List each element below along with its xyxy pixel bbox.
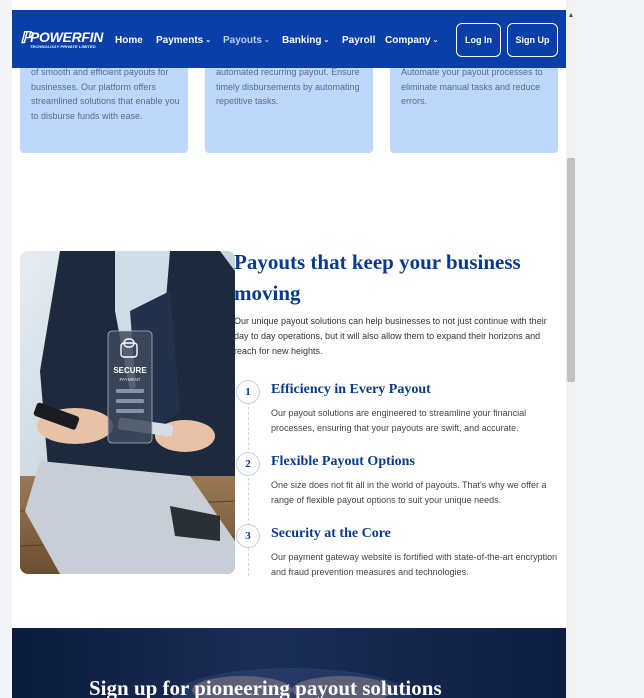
nav-company[interactable]: Company ⌄ xyxy=(385,35,438,46)
feature-card-text: of smooth and efficient payouts for busi… xyxy=(31,67,180,121)
nav-payments[interactable]: Payments ⌄ xyxy=(156,35,211,46)
signup-banner: Sign up for pioneering payout solutions xyxy=(12,628,566,698)
step-title-2: Flexible Payout Options xyxy=(271,454,415,469)
nav-banking[interactable]: Banking ⌄ xyxy=(282,35,329,46)
login-button[interactable]: Log In xyxy=(456,23,501,57)
step-number-3: 3 xyxy=(236,524,260,548)
chevron-down-icon: ⌄ xyxy=(263,37,270,44)
secure-payment-image: SECURE PAYMENT xyxy=(20,251,235,574)
step-number-1: 1 xyxy=(236,380,260,404)
nav-payments-label: Payments xyxy=(156,35,204,46)
payouts-section-title: Payouts that keep your business moving xyxy=(234,250,521,305)
page-viewport: of smooth and efficient payouts for busi… xyxy=(12,0,566,698)
secure-text: SECURE xyxy=(113,366,147,375)
nav-payroll[interactable]: Payroll xyxy=(342,35,375,46)
logo-subtext: TECHNOLOGY PRIVATE LIMITED xyxy=(30,44,96,49)
step-title-1: Efficiency in Every Payout xyxy=(271,382,431,397)
scroll-up-arrow-icon[interactable]: ▲ xyxy=(566,10,576,22)
step-number-2: 2 xyxy=(236,452,260,476)
signup-button[interactable]: Sign Up xyxy=(507,23,558,57)
chevron-down-icon: ⌄ xyxy=(432,37,439,44)
signup-banner-title: Sign up for pioneering payout solutions xyxy=(89,676,442,698)
navbar: ℙ POWERFIN TECHNOLOGY PRIVATE LIMITED Ho… xyxy=(12,10,566,68)
nav-payouts-label: Payouts xyxy=(223,35,262,46)
nav-banking-label: Banking xyxy=(282,35,322,46)
powerfin-logo[interactable]: ℙ POWERFIN TECHNOLOGY PRIVATE LIMITED xyxy=(20,28,104,50)
chevron-down-icon: ⌄ xyxy=(205,37,212,44)
scrollbar-thumb[interactable] xyxy=(567,158,575,382)
logo-text: POWERFIN xyxy=(30,29,104,45)
steps-divider xyxy=(248,392,249,576)
feature-card-text: Automate your payout processes to elimin… xyxy=(401,67,543,106)
nav-payroll-label: Payroll xyxy=(342,35,376,46)
step-title-3: Security at the Core xyxy=(271,526,391,541)
payment-text: PAYMENT xyxy=(119,377,140,382)
nav-home[interactable]: Home xyxy=(115,35,143,46)
step-desc-2: One size does not fit all in the world o… xyxy=(271,480,547,505)
payouts-section-description: Our unique payout solutions can help bus… xyxy=(234,316,547,356)
step-desc-1: Our payout solutions are engineered to s… xyxy=(271,408,527,433)
feature-card-text: automated recurring payout. Ensure timel… xyxy=(216,67,360,106)
step-desc-3: Our payment gateway website is fortified… xyxy=(271,552,558,577)
chevron-down-icon: ⌄ xyxy=(323,37,330,44)
nav-payouts[interactable]: Payouts ⌄ xyxy=(223,35,270,46)
nav-home-label: Home xyxy=(115,35,143,46)
nav-company-label: Company xyxy=(385,35,431,46)
